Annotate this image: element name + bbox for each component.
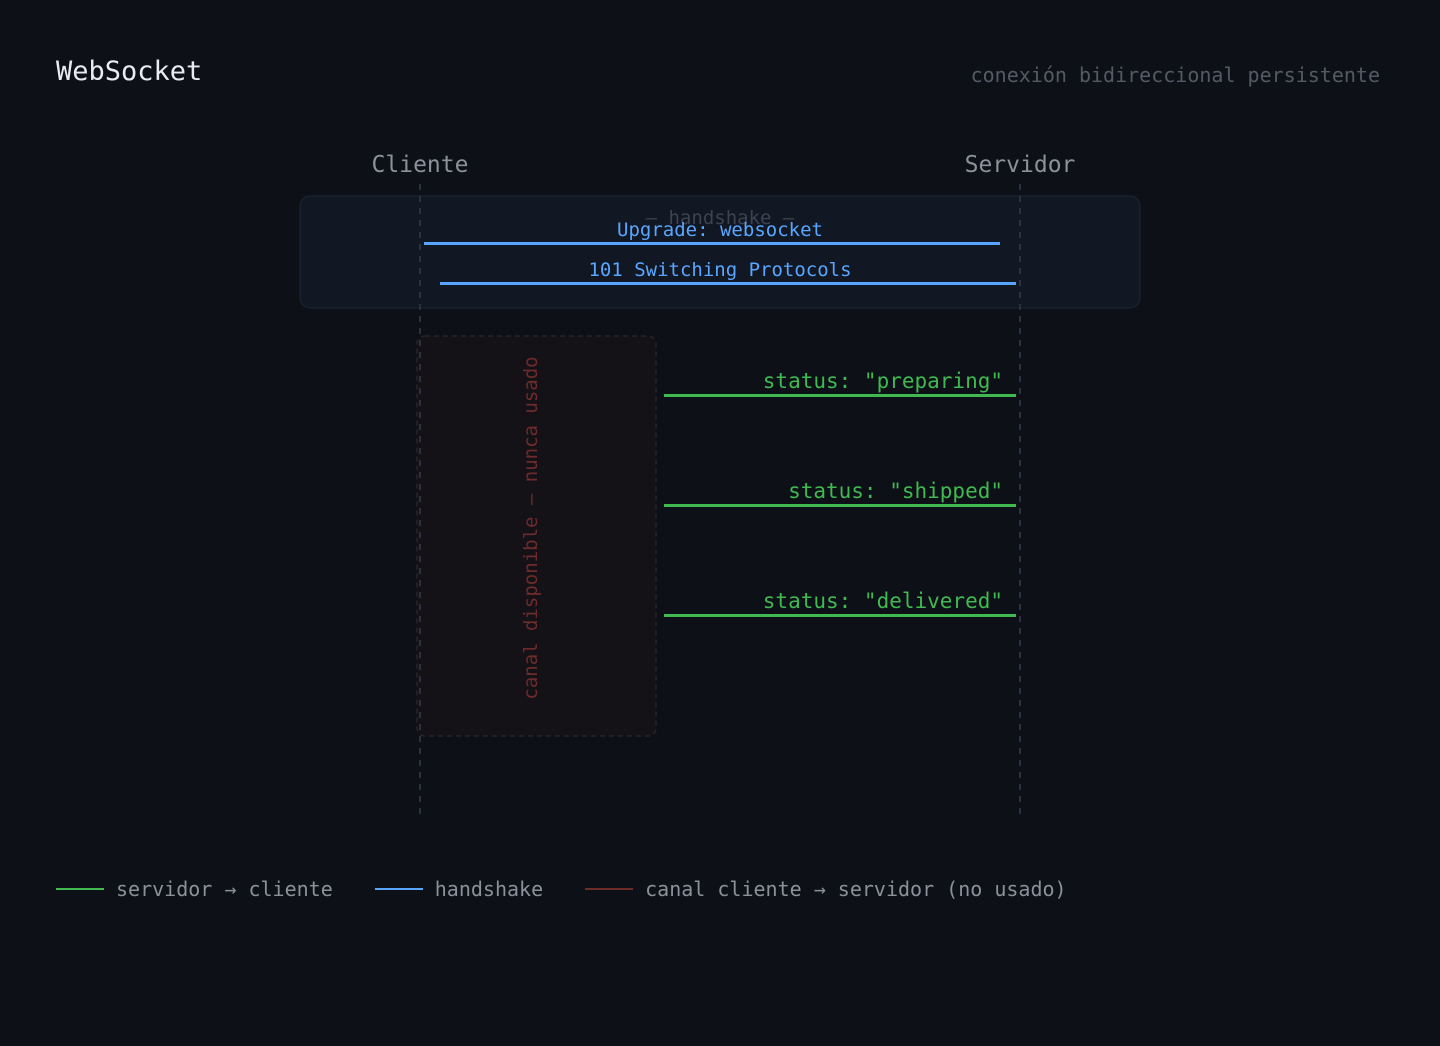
legend-swatch-blue <box>374 888 423 890</box>
sequence-diagram: Cliente Servidor — handshake — Upgrade: … <box>299 152 1141 816</box>
participant-client-label: Cliente <box>372 152 469 178</box>
message-label: status: "preparing" <box>763 369 1003 393</box>
unused-channel-label: canal disponible — nunca usado <box>520 356 542 699</box>
message-label: status: "shipped" <box>788 479 1003 503</box>
legend-label: canal cliente → servidor (no usado) <box>645 877 1067 901</box>
legend-label: servidor → cliente <box>116 877 333 901</box>
legend-swatch-red <box>585 888 634 890</box>
handshake-response-label: 101 Switching Protocols <box>588 259 851 281</box>
websocket-diagram-page: WebSocket conexión bidireccional persist… <box>0 0 1440 1046</box>
participant-server-label: Servidor <box>965 152 1076 178</box>
message-label: status: "delivered" <box>763 589 1003 613</box>
handshake-request-label: Upgrade: websocket <box>617 219 823 241</box>
legend-swatch-green <box>56 888 104 890</box>
legend-item-server-to-client: servidor → cliente <box>56 876 333 902</box>
legend-item-handshake: handshake <box>374 876 544 902</box>
legend-item-unused-channel: canal cliente → servidor (no usado) <box>585 876 1067 902</box>
legend: servidor → cliente handshake canal clien… <box>56 876 1109 902</box>
legend-label: handshake <box>434 877 544 901</box>
